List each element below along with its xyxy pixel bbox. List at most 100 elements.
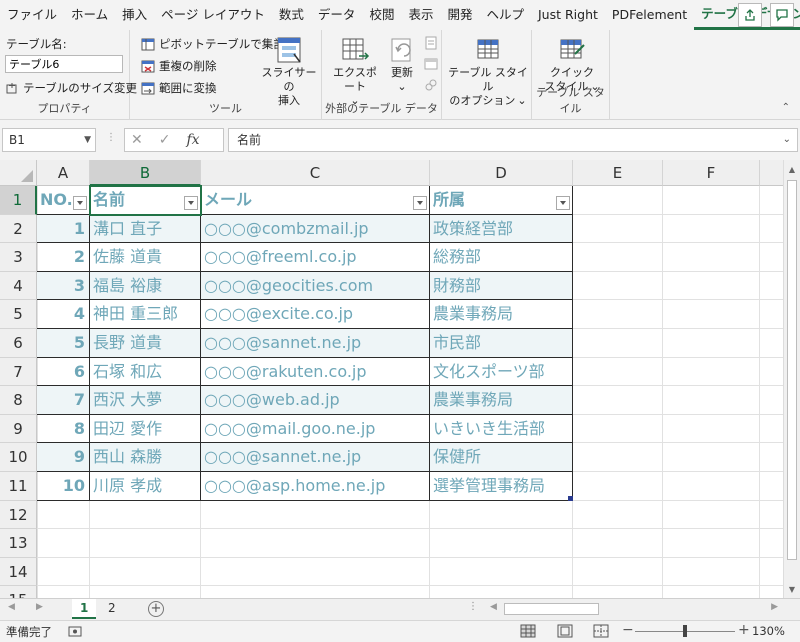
ribbon-tab[interactable]: ホーム	[64, 0, 115, 30]
ribbon-tab[interactable]: 挿入	[115, 0, 154, 30]
zoom-level[interactable]: 130%	[752, 624, 785, 638]
row-header[interactable]: 12	[0, 500, 37, 530]
table-cell[interactable]: 川原 孝成	[90, 472, 201, 501]
zoom-in-button[interactable]: +	[738, 622, 750, 638]
row-header[interactable]: 6	[0, 329, 37, 358]
normal-view-icon[interactable]	[520, 624, 536, 638]
ribbon-tab[interactable]: PDFelement	[605, 0, 694, 30]
name-box-dropdown-icon[interactable]: ▼	[84, 129, 91, 151]
table-cell[interactable]: 財務部	[430, 271, 573, 301]
table-cell[interactable]: 長野 道貴	[90, 329, 201, 358]
table-cell[interactable]: ○○○@web.ad.jp	[201, 386, 430, 415]
ribbon-tab[interactable]: 表示	[401, 0, 440, 30]
table-style-options-button[interactable]: テーブル スタイル のオプション ⌄	[446, 36, 530, 108]
table-cell[interactable]: 石塚 和広	[90, 357, 201, 387]
table-cell[interactable]: 6	[37, 357, 90, 387]
scroll-right-icon[interactable]: ▶	[771, 602, 778, 612]
row-header[interactable]: 13	[0, 529, 37, 558]
table-cell[interactable]: 1	[37, 214, 90, 244]
horizontal-scrollbar[interactable]: ◀ ▶	[486, 601, 782, 617]
table-cell[interactable]: 市民部	[430, 329, 573, 358]
row-header[interactable]: 4	[0, 271, 37, 301]
formula-input[interactable]: 名前 ⌄	[228, 128, 798, 152]
table-resize-handle[interactable]	[568, 495, 573, 501]
table-cell[interactable]: ○○○@combzmail.jp	[201, 214, 430, 244]
insert-slicer-button[interactable]: スライサーの 挿入	[258, 36, 320, 108]
table-cell[interactable]: ○○○@freeml.co.jp	[201, 243, 430, 272]
table-header-cell[interactable]: メール	[201, 186, 430, 215]
formula-bar-grip-icon[interactable]: ⋮	[106, 132, 116, 143]
column-header[interactable]: E	[573, 160, 663, 186]
table-cell[interactable]: ○○○@mail.goo.ne.jp	[201, 414, 430, 444]
table-cell[interactable]: 西山 森勝	[90, 443, 201, 472]
sheet-tab[interactable]: 2	[100, 599, 124, 619]
filter-dropdown-icon[interactable]	[556, 196, 570, 210]
table-cell[interactable]: ○○○@asp.home.ne.jp	[201, 472, 430, 501]
prev-sheet-icon[interactable]: ◀	[8, 602, 15, 612]
scroll-left-icon[interactable]: ◀	[490, 602, 497, 612]
table-cell[interactable]: 選挙管理事務局	[430, 472, 573, 501]
ribbon-tab[interactable]: 開発	[440, 0, 479, 30]
horizontal-scroll-thumb[interactable]	[504, 603, 599, 615]
table-cell[interactable]: 9	[37, 443, 90, 472]
table-cell[interactable]: ○○○@sannet.ne.jp	[201, 443, 430, 472]
table-cell[interactable]: 西沢 大夢	[90, 386, 201, 415]
filter-dropdown-icon[interactable]	[413, 196, 427, 210]
confirm-entry-button[interactable]: ✓	[159, 132, 171, 148]
ribbon-tab[interactable]: Just Right	[531, 0, 605, 30]
table-cell[interactable]: いきいき生活部	[430, 414, 573, 444]
table-cell[interactable]: 総務部	[430, 243, 573, 272]
zoom-out-button[interactable]: −	[622, 622, 634, 638]
table-cell[interactable]: 神田 重三郎	[90, 300, 201, 329]
column-header[interactable]: C	[201, 160, 430, 186]
resize-table-button[interactable]: テーブルのサイズ変更	[6, 80, 137, 96]
table-cell[interactable]: ○○○@sannet.ne.jp	[201, 329, 430, 358]
collapse-ribbon-icon[interactable]: ⌃	[782, 102, 790, 113]
add-sheet-button[interactable]: +	[148, 601, 164, 617]
insert-function-button[interactable]: fx	[186, 132, 199, 148]
table-cell[interactable]: 8	[37, 414, 90, 444]
row-header[interactable]: 11	[0, 472, 37, 501]
ribbon-tab[interactable]: 数式	[272, 0, 311, 30]
open-in-browser-icon[interactable]	[424, 57, 438, 71]
table-cell[interactable]: 5	[37, 329, 90, 358]
worksheet-grid[interactable]: ABCDEF 123456789101112131415 NO.名前メール所属1…	[0, 160, 783, 598]
table-cell[interactable]: ○○○@rakuten.co.jp	[201, 357, 430, 387]
table-cell[interactable]: 田辺 愛作	[90, 414, 201, 444]
row-header[interactable]: 15	[0, 586, 37, 598]
cancel-entry-button[interactable]: ✕	[131, 132, 143, 148]
ribbon-tab[interactable]: ファイル	[0, 0, 64, 30]
table-cell[interactable]: 7	[37, 386, 90, 415]
column-header[interactable]: F	[663, 160, 760, 186]
row-header[interactable]: 5	[0, 300, 37, 329]
scroll-up-icon[interactable]: ▲	[784, 161, 800, 177]
row-header[interactable]: 10	[0, 443, 37, 472]
unlink-icon[interactable]	[424, 78, 438, 92]
ribbon-tab[interactable]: ページ レイアウト	[154, 0, 272, 30]
table-cell[interactable]: 佐藤 道貴	[90, 243, 201, 272]
table-cell[interactable]: 4	[37, 300, 90, 329]
ribbon-tab[interactable]: データ	[311, 0, 363, 30]
scroll-down-icon[interactable]: ▼	[784, 581, 800, 597]
next-sheet-icon[interactable]: ▶	[36, 602, 43, 612]
convert-to-range-button[interactable]: 範囲に変換	[141, 80, 217, 96]
column-header[interactable]: B	[90, 160, 201, 186]
name-box[interactable]: B1 ▼	[2, 128, 96, 152]
filter-dropdown-icon[interactable]	[73, 196, 87, 210]
refresh-button[interactable]: 更新 ⌄	[384, 36, 420, 94]
table-cell[interactable]: 10	[37, 472, 90, 501]
table-cell[interactable]: 農業事務局	[430, 386, 573, 415]
table-cell[interactable]: ○○○@excite.co.jp	[201, 300, 430, 329]
table-cell[interactable]: 政策経営部	[430, 214, 573, 244]
page-break-view-icon[interactable]	[593, 624, 609, 638]
page-layout-view-icon[interactable]	[557, 624, 573, 638]
remove-duplicates-button[interactable]: 重複の削除	[141, 58, 217, 74]
filter-dropdown-icon[interactable]	[184, 196, 198, 210]
select-all-button[interactable]	[0, 160, 37, 186]
row-header[interactable]: 2	[0, 214, 37, 244]
export-button[interactable]: エクスポート ⌄	[328, 36, 382, 108]
expand-formula-bar-icon[interactable]: ⌄	[783, 129, 791, 151]
table-cell[interactable]: 保健所	[430, 443, 573, 472]
comments-button[interactable]	[770, 3, 794, 27]
table-cell[interactable]: 農業事務局	[430, 300, 573, 329]
